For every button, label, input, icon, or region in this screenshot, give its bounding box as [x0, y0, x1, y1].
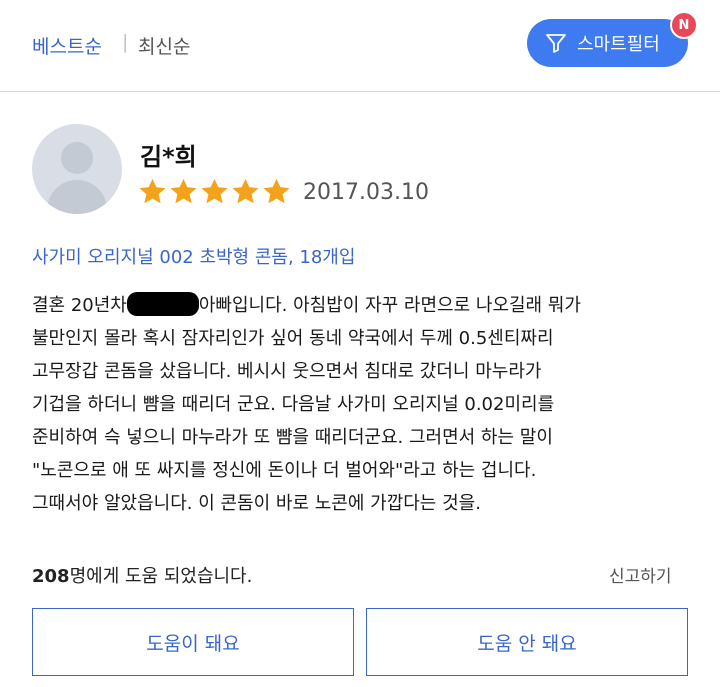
review-line-1-post: 아빠입니다. 아침밥이 자꾸 라면으로 나오길래 뭐가: [198, 295, 581, 316]
review-line-1-pre: 결혼 20년차: [32, 295, 127, 316]
helpful-yes-button[interactable]: 도움이 돼요: [32, 608, 354, 676]
avatar-body-shape: [47, 180, 107, 214]
review-line: 불만인지 몰라 혹시 잠자리인가 싶어 동네 약국에서 두께 0.5센티짜리: [32, 328, 554, 349]
avatar: [32, 124, 122, 214]
helpful-suffix: 명에게 도움 되었습니다.: [69, 566, 253, 587]
product-option-link[interactable]: 사가미 오리지널 002 초박형 콘돔, 18개입: [32, 243, 355, 269]
review-line-1: 결혼 20년차 아빠입니다. 아침밥이 자꾸 라면으로 나오길래 뭐가: [32, 289, 692, 322]
star-icon: [170, 178, 197, 204]
sort-best-tab[interactable]: 베스트순: [32, 32, 102, 59]
report-link[interactable]: 신고하기: [609, 562, 672, 587]
star-icon: [201, 178, 228, 204]
sort-separator: |: [122, 31, 129, 53]
star-rating: [137, 177, 292, 207]
filter-icon: [545, 32, 567, 54]
smart-filter-button[interactable]: 스마트필터: [527, 19, 688, 67]
review-line: 고무장갑 콘돔을 샀읍니다. 베시시 웃으면서 침대로 갔더니 마누라가: [32, 361, 542, 382]
helpful-no-button[interactable]: 도움 안 돼요: [366, 608, 688, 676]
avatar-head-shape: [61, 142, 93, 174]
review-line: 기겁을 하더니 뺨을 때리더 군요. 다음날 사가미 오리지널 0.02미리를: [32, 394, 555, 415]
redacted-mark: [126, 292, 199, 316]
review-line: 그때서야 알았읍니다. 이 콘돔이 바로 노콘에 가깝다는 것을.: [32, 493, 481, 514]
review-body: 결혼 20년차 아빠입니다. 아침밥이 자꾸 라면으로 나오길래 뭐가 불만인지 …: [32, 289, 692, 520]
star-icon: [263, 178, 290, 204]
new-badge: N: [670, 11, 698, 39]
helpful-count: 208: [32, 566, 70, 587]
star-icon: [232, 178, 259, 204]
reviewer-name: 김*희: [140, 143, 197, 171]
star-icon: [139, 178, 166, 204]
sort-newest-tab[interactable]: 최신순: [138, 32, 190, 59]
smart-filter-label: 스마트필터: [577, 34, 660, 55]
sort-bar: 베스트순 | 최신순 스마트필터 N: [0, 0, 720, 92]
review-line: "노콘으로 애 또 싸지를 정신에 돈이나 더 벌어와"라고 하는 겁니다.: [32, 460, 537, 481]
helpful-count-text: 208명에게 도움 되었습니다.: [32, 562, 252, 588]
review-line: 준비하여 슥 넣으니 마누라가 또 뺨을 때리더군요. 그러면서 하는 말이: [32, 427, 553, 448]
review-date: 2017.03.10: [303, 180, 429, 205]
